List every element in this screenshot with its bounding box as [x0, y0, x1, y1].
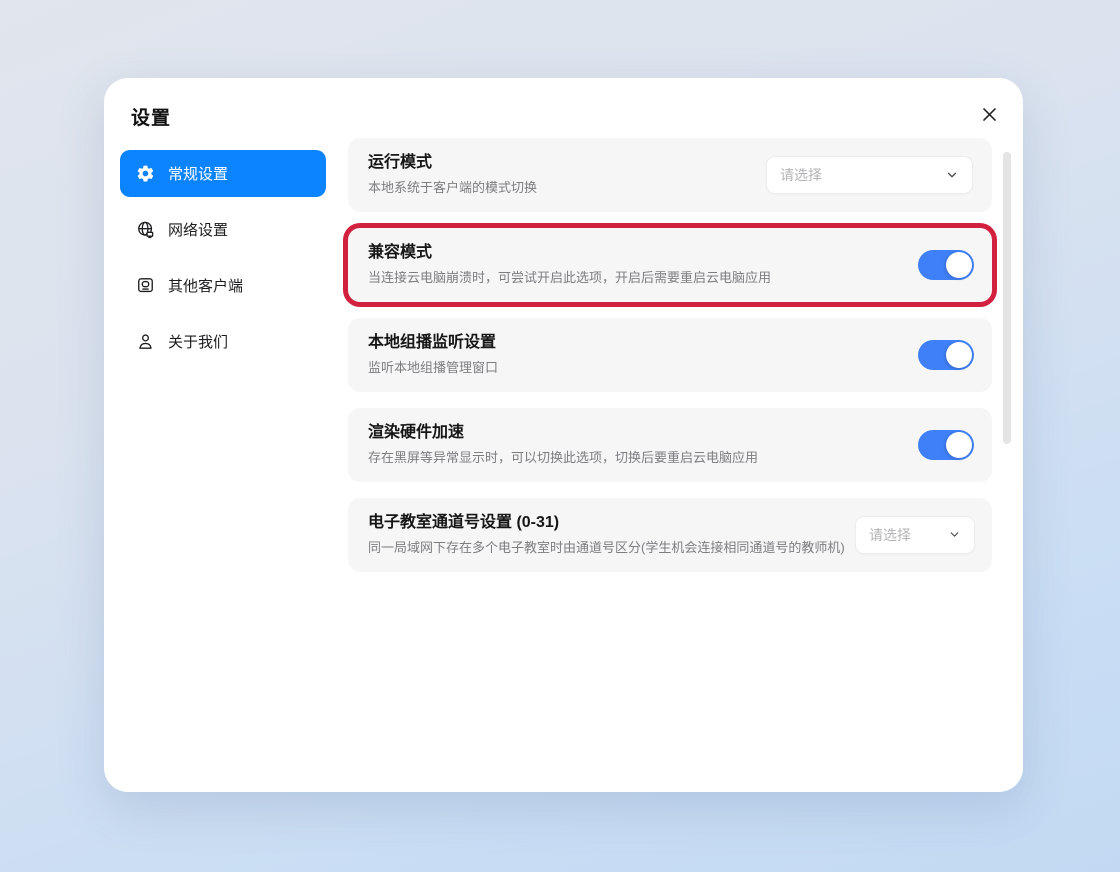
select-placeholder: 请选择: [780, 166, 822, 183]
select-placeholder: 请选择: [869, 526, 911, 543]
other-clients-monitor-icon: [135, 276, 155, 296]
setting-title: 电子教室通道号设置 (0-31): [368, 513, 560, 531]
close-button[interactable]: [973, 98, 1005, 130]
sidebar-item-network-settings[interactable]: 网络设置: [120, 206, 326, 253]
about-person-icon: [135, 332, 155, 352]
setting-description: 监听本地组播管理窗口: [368, 360, 499, 376]
sidebar-item-label: 其他客户端: [168, 278, 244, 295]
setting-title: 渲染硬件加速: [368, 423, 465, 441]
setting-row-compatibility-mode: 兼容模式 当连接云电脑崩溃时，可尝试开启此选项，开启后需要重启云电脑应用: [348, 227, 992, 302]
multicast-listen-toggle[interactable]: [918, 339, 974, 370]
toggle-knob: [946, 341, 972, 368]
close-icon: [980, 105, 999, 124]
sidebar-item-label: 关于我们: [168, 334, 229, 351]
network-globe-icon: [135, 220, 155, 240]
scrollbar-thumb[interactable]: [1003, 152, 1011, 444]
sidebar-item-about-us[interactable]: 关于我们: [120, 318, 326, 365]
setting-title: 兼容模式: [368, 243, 433, 261]
toggle-knob: [946, 251, 972, 278]
sidebar-item-other-clients[interactable]: 其他客户端: [120, 262, 326, 309]
run-mode-select[interactable]: 请选择: [766, 155, 973, 194]
sidebar-item-general-settings[interactable]: 常规设置: [120, 150, 326, 197]
page-title: 设置: [131, 108, 172, 129]
chevron-down-icon: [948, 528, 961, 541]
classroom-channel-select[interactable]: 请选择: [855, 515, 975, 554]
setting-description: 同一局域网下存在多个电子教室时由通道号区分(学生机会连接相同通道号的教师机): [368, 540, 845, 556]
setting-title: 本地组播监听设置: [368, 333, 497, 351]
setting-title: 运行模式: [368, 154, 433, 171]
gear-icon: [135, 164, 155, 184]
hardware-acceleration-toggle[interactable]: [918, 429, 974, 460]
toggle-knob: [946, 431, 972, 458]
setting-row-hardware-acceleration: 渲染硬件加速 存在黑屏等异常显示时，可以切换此选项，切换后要重启云电脑应用: [348, 407, 992, 482]
setting-row-multicast-listen: 本地组播监听设置 监听本地组播管理窗口: [348, 317, 992, 392]
sidebar: 常规设置 网络设置 其他客户端 关于我们: [120, 150, 326, 365]
setting-description: 当连接云电脑崩溃时，可尝试开启此选项，开启后需要重启云电脑应用: [368, 270, 772, 286]
chevron-down-icon: [945, 168, 959, 182]
compatibility-mode-toggle[interactable]: [918, 249, 974, 280]
settings-list: 运行模式 本地系统于客户端的模式切换 请选择 兼容模式 当连接云电脑崩溃时，可尝…: [348, 138, 992, 588]
setting-row-run-mode: 运行模式 本地系统于客户端的模式切换 请选择: [348, 138, 992, 212]
sidebar-item-label: 网络设置: [168, 222, 229, 239]
setting-description: 存在黑屏等异常显示时，可以切换此选项，切换后要重启云电脑应用: [368, 450, 759, 466]
settings-dialog: 设置 常规设置 网络设置 其他客户端 关于我们 运行模式 本地系统于客户端的模式…: [104, 78, 1023, 792]
setting-row-classroom-channel: 电子教室通道号设置 (0-31) 同一局域网下存在多个电子教室时由通道号区分(学…: [348, 497, 992, 572]
sidebar-item-label: 常规设置: [168, 166, 229, 183]
setting-description: 本地系统于客户端的模式切换: [368, 180, 538, 196]
